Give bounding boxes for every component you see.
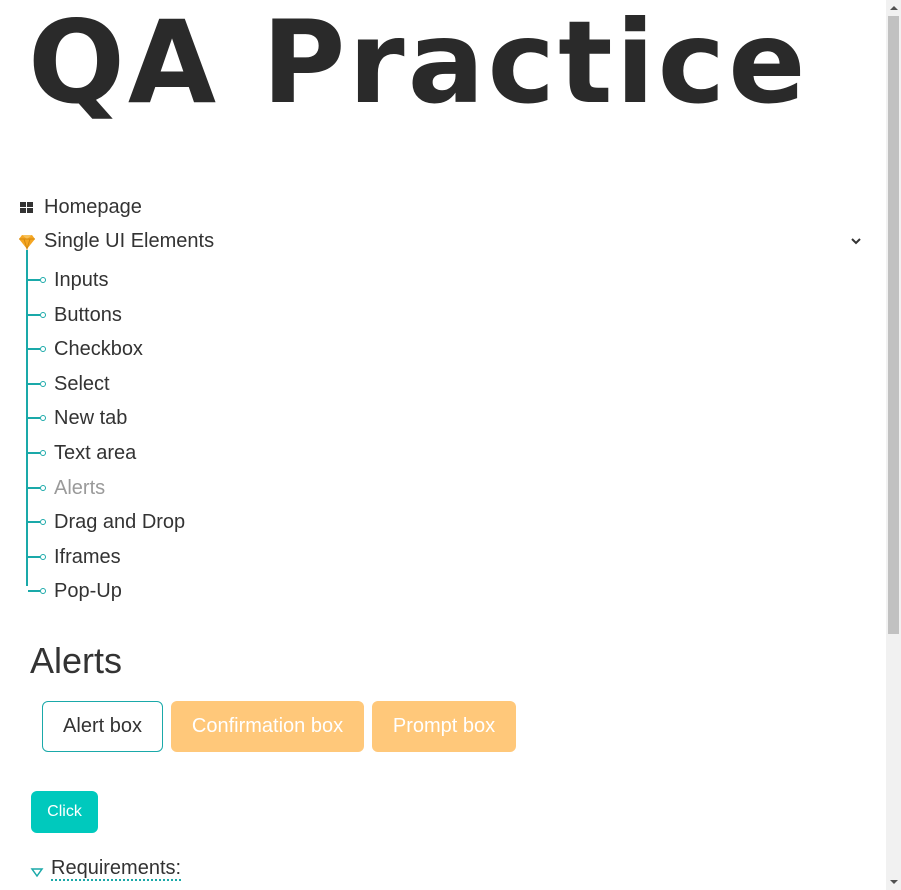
circle-icon (40, 415, 46, 421)
tree-branch (28, 556, 40, 558)
submenu-item-label: Text area (54, 441, 137, 464)
tree-branch (28, 314, 40, 316)
submenu-item-text-area[interactable]: Text area (28, 441, 136, 465)
scroll-down-arrow-icon[interactable] (886, 874, 901, 890)
menu-item-label: Homepage (44, 196, 142, 218)
tab-prompt-box[interactable]: Prompt box (372, 701, 516, 752)
menu-item-single-ui-elements[interactable]: Single UI Elements (18, 230, 214, 253)
submenu-item-label: Buttons (54, 303, 122, 326)
submenu-item-iframes[interactable]: Iframes (28, 545, 121, 569)
site-logo[interactable]: QA Practice (28, 6, 809, 120)
circle-icon (40, 485, 46, 491)
page-title: Alerts (30, 640, 123, 681)
submenu-item-inputs[interactable]: Inputs (28, 268, 108, 292)
submenu-item-label: Drag and Drop (54, 510, 186, 533)
click-button[interactable]: Click (31, 791, 98, 833)
chevron-down-icon[interactable] (849, 234, 863, 248)
scrollbar-thumb[interactable] (888, 16, 899, 634)
circle-icon (40, 554, 46, 560)
tree-branch (28, 521, 40, 523)
menu-item-label: Single UI Elements (44, 230, 215, 252)
submenu-item-label: Checkbox (54, 337, 143, 360)
tree-branch (28, 487, 40, 489)
tab-confirmation-box[interactable]: Confirmation box (171, 701, 364, 752)
circle-icon (40, 312, 46, 318)
requirements-toggle[interactable]: Requirements: (30, 857, 182, 881)
grid-icon (18, 199, 36, 217)
circle-icon (40, 346, 46, 352)
tree-branch (28, 383, 40, 385)
menu-item-homepage[interactable]: Homepage (18, 196, 142, 219)
tab-alert-box[interactable]: Alert box (42, 701, 163, 752)
circle-icon (40, 519, 46, 525)
submenu-item-label: Iframes (54, 545, 121, 568)
submenu-item-pop-up[interactable]: Pop-Up (28, 579, 122, 603)
submenu-item-label: Select (54, 372, 110, 395)
submenu-item-label: Inputs (54, 268, 109, 291)
submenu-item-checkbox[interactable]: Checkbox (28, 337, 143, 361)
submenu-item-label: Pop-Up (54, 579, 122, 602)
vertical-scrollbar[interactable] (886, 0, 901, 890)
tree-branch (28, 452, 40, 454)
requirements-label: Requirements: (51, 857, 182, 881)
tree-branch (28, 590, 40, 592)
submenu-item-label: Alerts (54, 476, 106, 499)
submenu-item-new-tab[interactable]: New tab (28, 406, 127, 430)
submenu-item-select[interactable]: Select (28, 372, 110, 396)
submenu-item-buttons[interactable]: Buttons (28, 303, 122, 327)
scroll-up-arrow-icon[interactable] (886, 0, 901, 16)
page-content: QA Practice Homepage Single UI Elements (0, 0, 886, 890)
submenu-item-drag-and-drop[interactable]: Drag and Drop (28, 510, 185, 534)
submenu-item-label: New tab (54, 406, 128, 429)
gem-icon (18, 233, 36, 251)
circle-icon (40, 277, 46, 283)
tree-branch (28, 279, 40, 281)
circle-icon (40, 381, 46, 387)
circle-icon (40, 588, 46, 594)
submenu-item-alerts[interactable]: Alerts (28, 476, 105, 500)
triangle-down-icon (30, 862, 44, 878)
tree-branch (28, 417, 40, 419)
tree-branch (28, 348, 40, 350)
circle-icon (40, 450, 46, 456)
